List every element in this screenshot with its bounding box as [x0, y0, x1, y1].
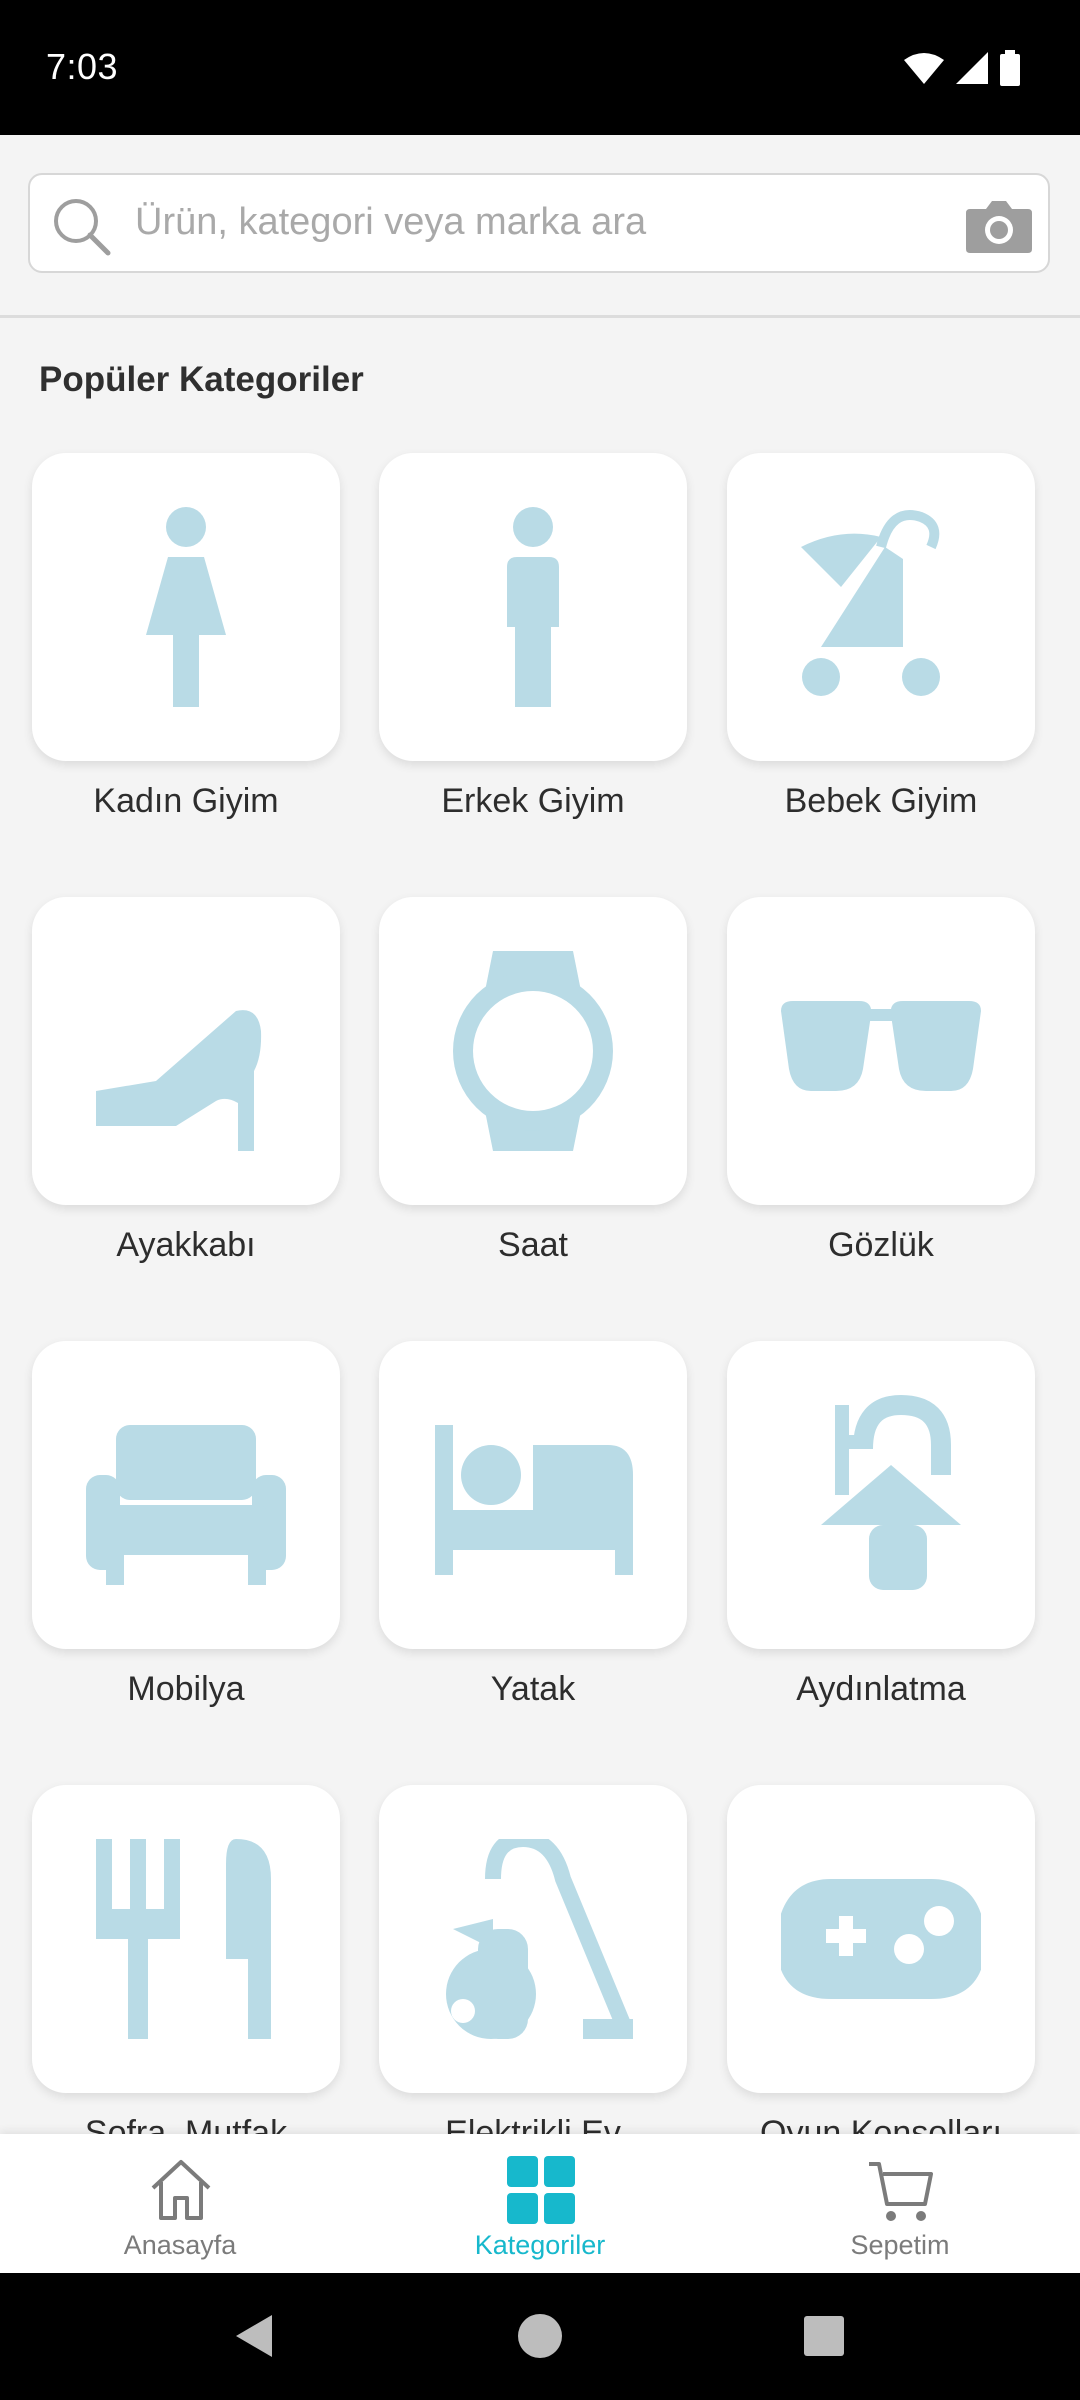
category-tile-bebek-giyim[interactable]: [727, 453, 1035, 761]
lamp-icon: [821, 1395, 961, 1590]
sofa-icon: [86, 1425, 286, 1585]
category-tile-oyun-konsollari[interactable]: [727, 1785, 1035, 2093]
category-tile-sofra-mutfak[interactable]: [32, 1785, 340, 2093]
category-label: Ayakkabı: [116, 1226, 256, 1264]
camera-icon[interactable]: [966, 197, 1032, 253]
category-tile-yatak[interactable]: [379, 1341, 687, 1649]
category-tile-ayakkabi[interactable]: [32, 897, 340, 1205]
category-label: Mobilya: [127, 1670, 245, 1708]
home-button-icon[interactable]: [517, 2313, 563, 2359]
man-icon: [507, 507, 559, 707]
wifi-icon: [904, 53, 944, 84]
back-icon[interactable]: [232, 2313, 278, 2359]
search-icon: [54, 199, 111, 256]
status-bar: 7:03: [0, 0, 1080, 135]
nav-label: Kategoriler: [474, 2230, 606, 2260]
category-label: Kadın Giyim: [93, 782, 279, 820]
grid-icon: [507, 2156, 575, 2224]
category-label: Erkek Giyim: [441, 782, 625, 820]
category-tile-aydinlatma[interactable]: [727, 1341, 1035, 1649]
status-icons: [904, 50, 1020, 86]
cart-icon: [869, 2162, 933, 2221]
cutlery-icon: [96, 1839, 271, 2039]
category-tile-gozluk[interactable]: [727, 897, 1035, 1205]
woman-icon: [146, 507, 226, 707]
nav-item-kategoriler[interactable]: Kategoriler: [360, 2134, 720, 2273]
category-tile-elektrikli-ev[interactable]: [379, 1785, 687, 2093]
category-tile-mobilya[interactable]: [32, 1341, 340, 1649]
status-time: 7:03: [46, 46, 119, 87]
signal-icon: [956, 52, 988, 84]
system-navigation-bar: [0, 2273, 1080, 2400]
category-label: Yatak: [490, 1670, 576, 1708]
category-tile-saat[interactable]: [379, 897, 687, 1205]
vacuum-icon: [446, 1839, 633, 2039]
watch-icon: [453, 951, 613, 1151]
nav-item-anasayfa[interactable]: Anasayfa: [0, 2134, 360, 2273]
section-title: Popüler Kategoriler: [39, 360, 364, 399]
category-tile-kadin-giyim[interactable]: [32, 453, 340, 761]
nav-item-sepetim[interactable]: Sepetim: [720, 2134, 1080, 2273]
nav-label: Anasayfa: [123, 2230, 237, 2260]
search-placeholder: Ürün, kategori veya marka ara: [135, 201, 647, 243]
recents-icon[interactable]: [803, 2315, 845, 2357]
bed-icon: [435, 1425, 633, 1575]
category-label: Gözlük: [828, 1226, 934, 1264]
category-label: Aydınlatma: [796, 1670, 966, 1708]
nav-label: Sepetim: [850, 2230, 950, 2260]
category-label: Saat: [498, 1226, 568, 1264]
home-icon: [151, 2160, 211, 2220]
search-area: Ürün, kategori veya marka ara: [0, 135, 1080, 318]
sunglasses-icon: [781, 1001, 981, 1091]
battery-icon: [1000, 50, 1020, 86]
high-heel-icon: [96, 1010, 262, 1151]
stroller-icon: [801, 510, 940, 696]
search-input[interactable]: Ürün, kategori veya marka ara: [28, 173, 1050, 273]
gamepad-icon: [781, 1879, 981, 1999]
bottom-navigation: Anasayfa Kategoriler Sepetim: [0, 2134, 1080, 2273]
category-label: Bebek Giyim: [784, 782, 978, 820]
category-tile-erkek-giyim[interactable]: [379, 453, 687, 761]
